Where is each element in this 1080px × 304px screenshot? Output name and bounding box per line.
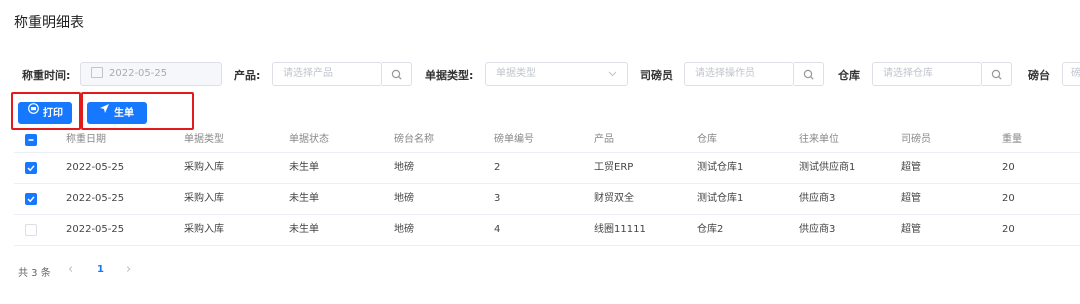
cell-weigher: 超管: [901, 224, 921, 235]
col-scale-name: 磅台名称: [394, 134, 434, 145]
weigh-time-value: 2022-05-25: [109, 68, 168, 79]
warehouse-label: 仓库: [838, 69, 860, 82]
cell-weigher: 超管: [901, 162, 921, 173]
cell-partner: 测试供应商1: [799, 162, 856, 173]
cell-doc-type: 采购入库: [184, 224, 224, 235]
weigher-input[interactable]: 请选择操作员: [684, 62, 794, 86]
page-title: 称重明细表: [14, 15, 84, 31]
cell-doc-status: 未生单: [289, 224, 319, 235]
weigh-time-field[interactable]: 2022-05-25: [80, 62, 222, 86]
col-weigh-date: 称重日期: [66, 134, 106, 145]
cell-weigh-date: 2022-05-25: [66, 162, 125, 173]
cell-product: 财贸双全: [594, 193, 634, 204]
cell-doc-status: 未生单: [289, 193, 319, 204]
table-row[interactable]: 2022-05-25 采购入库 未生单 地磅 4 线圈11111 仓库2 供应商…: [14, 215, 1080, 246]
doc-type-select[interactable]: 单据类型: [485, 62, 628, 86]
highlight-box-generate: [81, 92, 194, 130]
weigher-placeholder: 请选择操作员: [695, 68, 755, 79]
cell-warehouse: 仓库2: [697, 224, 724, 235]
product-placeholder: 请选择产品: [283, 68, 333, 79]
cell-ticket-no: 3: [494, 193, 501, 204]
table-row[interactable]: 2022-05-25 采购入库 未生单 地磅 2 工贸ERP 测试仓库1 测试供…: [14, 153, 1080, 184]
cell-scale-name: 地磅: [394, 162, 414, 173]
warehouse-input[interactable]: 请选择仓库: [872, 62, 982, 86]
cell-product: 工贸ERP: [594, 162, 634, 173]
scale-input[interactable]: 磅: [1062, 62, 1080, 86]
cell-weight: 20: [1002, 193, 1015, 204]
cell-scale-name: 地磅: [394, 193, 414, 204]
cell-partner: 供应商3: [799, 224, 836, 235]
col-doc-status: 单据状态: [289, 134, 329, 145]
col-warehouse: 仓库: [697, 134, 717, 145]
cell-ticket-no: 4: [494, 224, 501, 235]
warehouse-placeholder: 请选择仓库: [883, 68, 933, 79]
table-row[interactable]: 2022-05-25 采购入库 未生单 地磅 3 财贸双全 测试仓库1 供应商3…: [14, 184, 1080, 215]
row-checkbox[interactable]: [25, 193, 37, 205]
col-ticket-no: 磅单编号: [494, 134, 534, 145]
cell-weigh-date: 2022-05-25: [66, 224, 125, 235]
warehouse-search-button[interactable]: [982, 62, 1012, 86]
product-search-button[interactable]: [382, 62, 412, 86]
cell-warehouse: 测试仓库1: [697, 193, 744, 204]
weigher-search-button[interactable]: [794, 62, 824, 86]
cell-doc-type: 采购入库: [184, 193, 224, 204]
weigh-table: 称重日期 单据类型 单据状态 磅台名称 磅单编号 产品 仓库 往来单位 司磅员 …: [14, 128, 1080, 246]
col-doc-type: 单据类型: [184, 134, 224, 145]
weigher-label: 司磅员: [640, 69, 673, 82]
chevron-down-icon: [608, 63, 617, 85]
search-icon: [803, 69, 814, 80]
doc-type-label: 单据类型:: [425, 69, 474, 82]
row-checkbox[interactable]: [25, 224, 37, 236]
indeterminate-icon: [28, 139, 34, 141]
cell-weight: 20: [1002, 224, 1015, 235]
cell-partner: 供应商3: [799, 193, 836, 204]
cell-weigh-date: 2022-05-25: [66, 193, 125, 204]
calendar-icon: [91, 66, 103, 78]
select-all-checkbox[interactable]: [25, 134, 37, 146]
cell-doc-status: 未生单: [289, 162, 319, 173]
next-page-button[interactable]: ›: [126, 262, 131, 277]
highlight-box-print: [11, 92, 81, 130]
filter-bar: 称重时间: 2022-05-25 产品: 请选择产品 单据类型: 单据类型 司磅…: [0, 62, 1080, 88]
col-weigher: 司磅员: [901, 134, 931, 145]
cell-ticket-no: 2: [494, 162, 501, 173]
cell-weigher: 超管: [901, 193, 921, 204]
cell-weight: 20: [1002, 162, 1015, 173]
weigh-time-label: 称重时间:: [22, 69, 71, 82]
search-icon: [391, 69, 402, 80]
table-header: 称重日期 单据类型 单据状态 磅台名称 磅单编号 产品 仓库 往来单位 司磅员 …: [14, 128, 1080, 153]
product-input[interactable]: 请选择产品: [272, 62, 382, 86]
product-label: 产品:: [234, 69, 261, 82]
cell-product: 线圈11111: [594, 224, 646, 235]
doc-type-placeholder: 单据类型: [496, 68, 536, 79]
search-icon: [991, 69, 1002, 80]
cell-warehouse: 测试仓库1: [697, 162, 744, 173]
cell-scale-name: 地磅: [394, 224, 414, 235]
col-product: 产品: [594, 134, 614, 145]
scale-label: 磅台: [1028, 69, 1050, 82]
scale-placeholder: 磅: [1071, 68, 1080, 79]
cell-doc-type: 采购入库: [184, 162, 224, 173]
col-partner: 往来单位: [799, 134, 839, 145]
row-checkbox[interactable]: [25, 162, 37, 174]
page-1-button[interactable]: 1: [97, 264, 104, 275]
check-icon: [27, 165, 35, 172]
total-count: 共 3 条: [18, 268, 51, 279]
prev-page-button[interactable]: ‹: [68, 262, 73, 277]
col-weight: 重量: [1002, 134, 1022, 145]
check-icon: [27, 196, 35, 203]
